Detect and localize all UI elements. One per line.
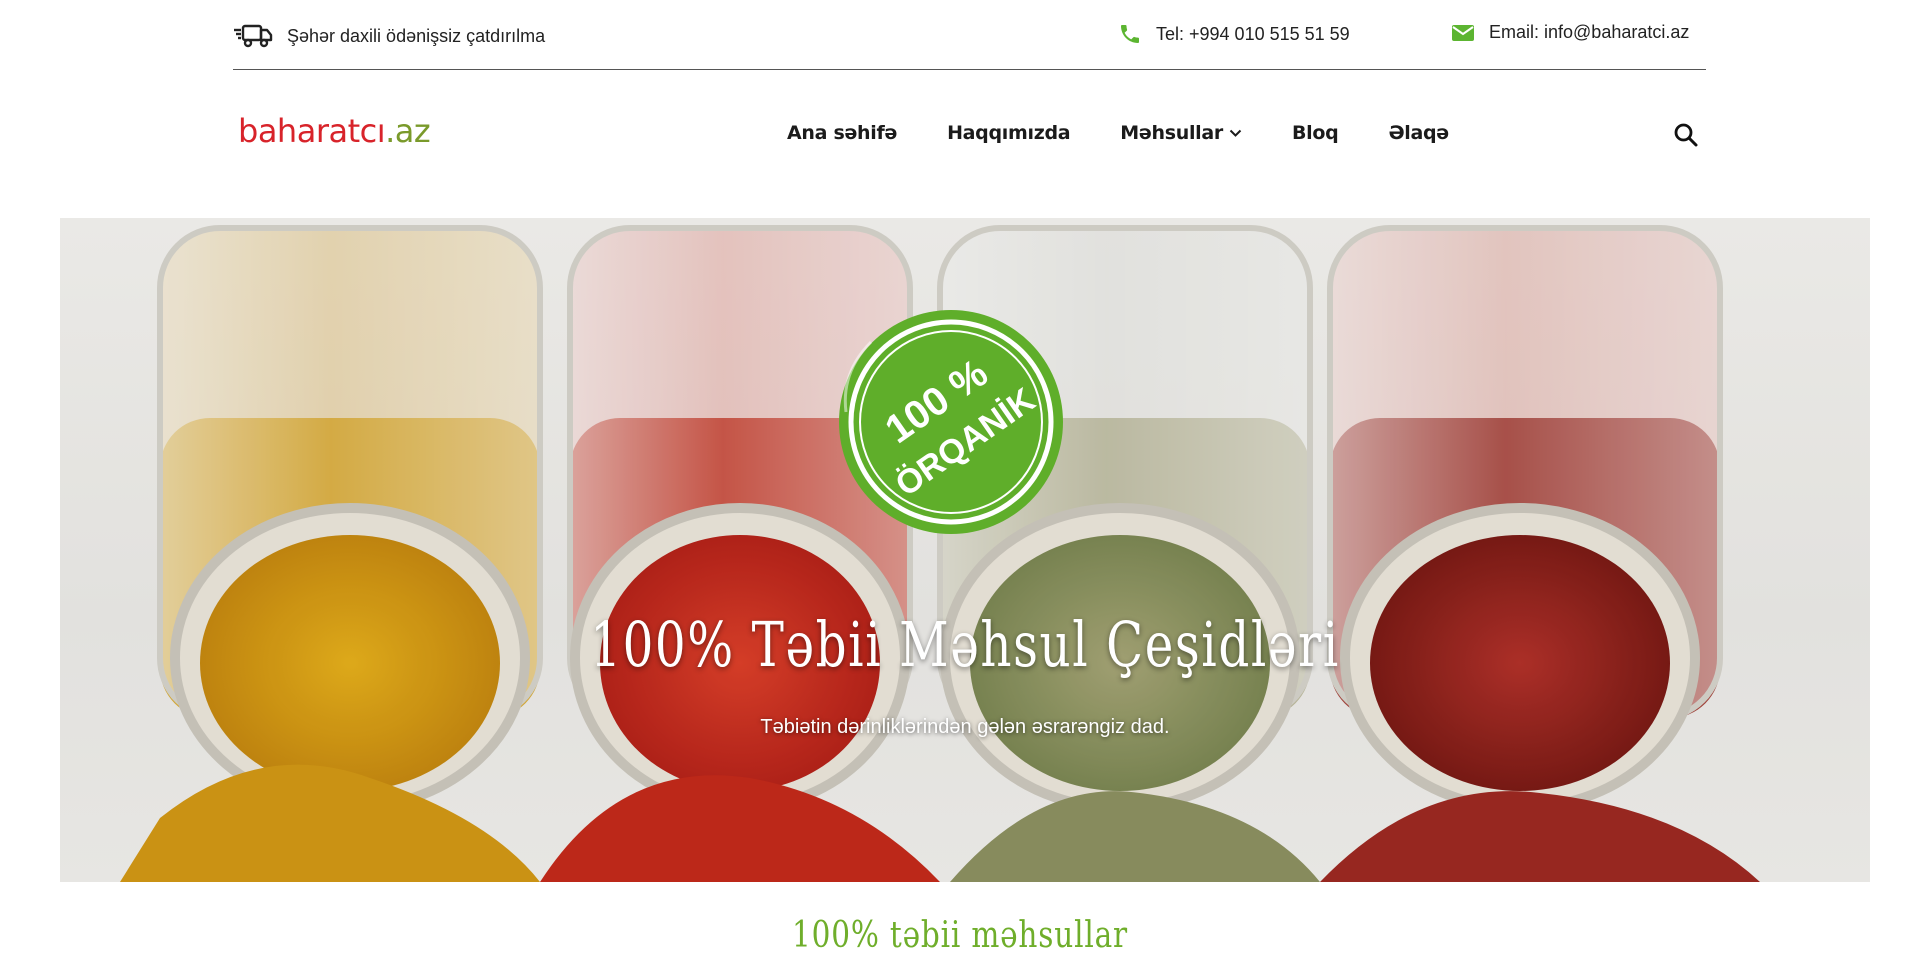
delivery-text: Şəhər daxili ödənişsiz çatdırılma (287, 25, 546, 46)
site-logo[interactable]: baharatcı.az (238, 112, 431, 150)
email-info[interactable]: Email: info@baharatci.az (1451, 22, 1689, 43)
nav-item-label: Haqqımızda (947, 122, 1071, 144)
section-title: 100% təbii məhsullar (792, 915, 1128, 956)
main-nav: baharatcı.az Ana səhifə Haqqımızda Məhsu… (233, 100, 1706, 172)
logo-text-domain: .az (385, 112, 431, 150)
nav-menu: Ana səhifə Haqqımızda Məhsullar Bloq Əla… (787, 122, 1449, 144)
hero-subtitle: Təbiətin dərinliklərindən gələn əsrarəng… (760, 716, 1170, 738)
phone-info[interactable]: Tel: +994 010 515 51 59 (1118, 22, 1350, 46)
email-text: Email: info@baharatci.az (1489, 22, 1690, 42)
nav-item-label: Məhsullar (1120, 122, 1223, 144)
hero-title: 100% Təbii Məhsul Çeşidləri (590, 608, 1340, 681)
nav-item-products[interactable]: Məhsullar (1120, 122, 1242, 144)
nav-item-blog[interactable]: Bloq (1291, 122, 1339, 144)
logo-text-main: baharatcı (238, 112, 386, 150)
delivery-info: Şəhər daxili ödənişsiz çatdırılma (233, 22, 545, 50)
top-info-bar: Şəhər daxili ödənişsiz çatdırılma Tel: +… (233, 0, 1706, 70)
nav-item-home[interactable]: Ana səhifə (787, 122, 897, 144)
truck-icon (233, 22, 273, 50)
search-button[interactable] (1673, 122, 1701, 150)
nav-item-about[interactable]: Haqqımızda (947, 122, 1071, 144)
hero-banner: 100 % ÖRQANİK 100% Təbii Məhsul Çeşidlər… (60, 218, 1870, 882)
envelope-icon (1451, 23, 1475, 43)
nav-item-contact[interactable]: Əlaqə (1388, 122, 1449, 144)
page: Şəhər daxili ödənişsiz çatdırılma Tel: +… (0, 0, 1920, 969)
search-icon (1674, 123, 1698, 147)
nav-item-label: Ana səhifə (787, 122, 898, 144)
nav-item-label: Bloq (1291, 122, 1339, 144)
nav-item-label: Əlaqə (1388, 122, 1449, 144)
phone-icon (1118, 22, 1142, 46)
chevron-down-icon (1229, 129, 1242, 137)
phone-text: Tel: +994 010 515 51 59 (1156, 23, 1350, 44)
organic-badge: 100 % ÖRQANİK (839, 310, 1063, 534)
